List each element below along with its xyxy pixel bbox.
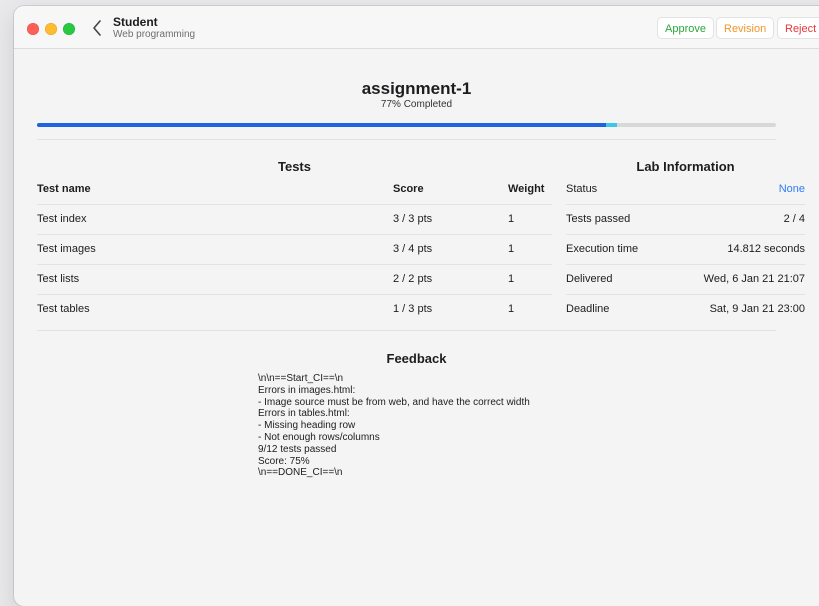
back-button[interactable] <box>88 18 106 38</box>
title-bar: Student Web programming Approve Revision… <box>14 6 819 49</box>
test-name: Test index <box>37 213 87 225</box>
divider <box>37 139 776 140</box>
lab-info-key: Execution time <box>566 243 639 255</box>
revision-button[interactable]: Revision <box>716 17 775 39</box>
close-window-button[interactable] <box>27 23 39 35</box>
status-value: None <box>778 183 805 195</box>
zoom-window-button[interactable] <box>63 23 75 35</box>
app-window: Student Web programming Approve Revision… <box>14 6 819 606</box>
lab-info-table: Status None Tests passed 2 / 4 Execution… <box>566 175 805 324</box>
lab-info-key: Delivered <box>566 273 613 285</box>
progress-bar <box>37 123 776 127</box>
table-row: Test tables 1 / 3 pts 1 <box>37 295 552 324</box>
test-score: 2 / 2 pts <box>393 273 433 285</box>
test-weight: 1 <box>508 243 515 255</box>
lab-info-row: Tests passed 2 / 4 <box>566 205 805 235</box>
window-subtitle: Web programming <box>113 29 196 40</box>
progress-fill <box>37 123 607 127</box>
divider <box>37 330 776 331</box>
assignment-header: assignment-1 77% Completed <box>14 79 819 111</box>
table-row: Test index 3 / 3 pts 1 <box>37 205 552 235</box>
assignment-title: assignment-1 <box>361 79 472 98</box>
test-weight: 1 <box>508 213 515 225</box>
lab-info-row: Delivered Wed, 6 Jan 21 21:07 <box>566 265 805 295</box>
lab-info-key: Tests passed <box>566 213 631 225</box>
chevron-left-icon <box>93 20 101 36</box>
lab-info-title: Lab Information <box>636 159 735 174</box>
lab-info-value: Sat, 9 Jan 21 23:00 <box>709 303 805 315</box>
table-row: Test images 3 / 4 pts 1 <box>37 235 552 265</box>
test-name: Test lists <box>37 273 80 285</box>
tests-table: Test name Score Weight Test index 3 / 3 … <box>37 175 552 324</box>
feedback-title: Feedback <box>386 351 447 366</box>
test-weight: 1 <box>508 303 515 315</box>
lab-info-row: Deadline Sat, 9 Jan 21 23:00 <box>566 295 805 324</box>
lab-info-row: Execution time 14.812 seconds <box>566 235 805 265</box>
lab-info-value: 2 / 4 <box>783 213 805 225</box>
test-name: Test images <box>37 243 96 255</box>
window-title: Student <box>113 15 158 29</box>
lab-info-key: Deadline <box>566 303 610 315</box>
col-score: Score <box>393 183 424 195</box>
approve-button[interactable]: Approve <box>657 17 714 39</box>
completion-text: 77% Completed <box>380 99 453 110</box>
lab-info-value: 14.812 seconds <box>727 243 805 255</box>
feedback-text: \n\n==Start_CI==\n Errors in images.html… <box>258 373 530 479</box>
test-score: 1 / 3 pts <box>393 303 433 315</box>
table-row: Test lists 2 / 2 pts 1 <box>37 265 552 295</box>
window-title-block: Student Web programming <box>113 16 195 41</box>
reject-button[interactable]: Reject <box>777 17 819 39</box>
test-name: Test tables <box>37 303 90 315</box>
col-weight: Weight <box>508 183 545 195</box>
progress-fill-extra <box>606 123 618 127</box>
tests-title: Tests <box>278 159 311 174</box>
test-score: 3 / 3 pts <box>393 213 433 225</box>
test-score: 3 / 4 pts <box>393 243 433 255</box>
lab-info-value: Wed, 6 Jan 21 21:07 <box>703 273 805 285</box>
tests-table-header: Test name Score Weight <box>37 175 552 205</box>
lab-info-row: Status None <box>566 175 805 205</box>
col-test-name: Test name <box>37 183 91 195</box>
test-weight: 1 <box>508 273 515 285</box>
lab-info-key: Status <box>566 183 598 195</box>
minimize-window-button[interactable] <box>45 23 57 35</box>
